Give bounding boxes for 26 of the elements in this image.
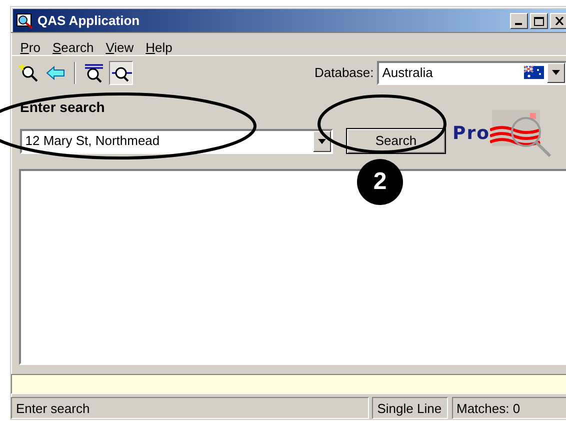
status-pane: Matches: 0 [452, 397, 566, 419]
maximize-icon [534, 16, 544, 26]
magnifier-lines-icon [83, 62, 104, 84]
window-title: QAS Application [38, 12, 140, 30]
minimize-button[interactable] [510, 12, 528, 29]
caret-icon [552, 70, 560, 76]
database-dropdown[interactable]: Australia [377, 60, 566, 85]
flag-icon [524, 66, 544, 79]
database-label: Database: [314, 64, 374, 82]
results-list[interactable] [19, 168, 566, 365]
logo-text: Pro [452, 122, 490, 146]
app-icon [16, 12, 34, 29]
menu-item[interactable]: Help [140, 36, 178, 56]
menu-item[interactable]: Pro [14, 36, 46, 56]
maximize-button[interactable] [530, 12, 548, 29]
toolbar-button[interactable] [109, 60, 133, 85]
status-pane: Enter search [11, 397, 369, 419]
close-icon [554, 17, 564, 26]
menu-item[interactable]: Search [46, 36, 100, 56]
search-field[interactable]: 12 Mary St, Northmead [20, 128, 333, 154]
status-pane: Single Line [372, 397, 448, 419]
close-button[interactable] [550, 12, 566, 29]
new-search-icon [18, 62, 38, 84]
caret-icon [318, 138, 326, 144]
menu-item[interactable]: View [100, 36, 140, 56]
envelope-magnifier-icon [490, 108, 552, 158]
